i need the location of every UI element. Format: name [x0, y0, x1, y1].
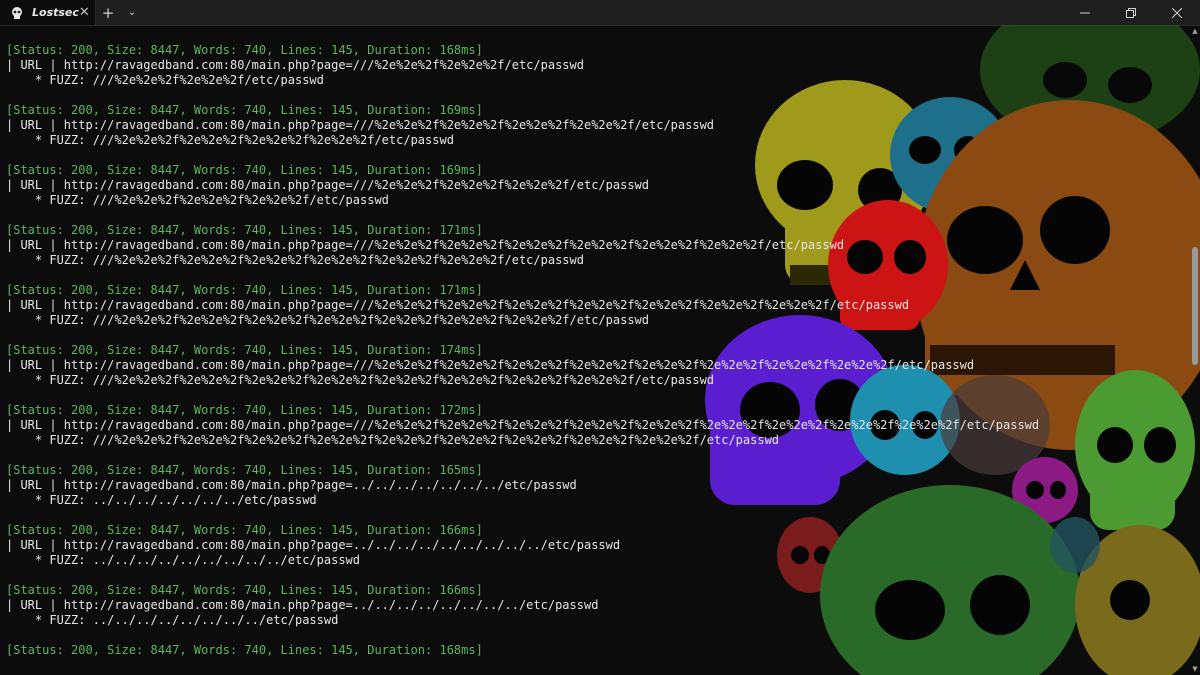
close-icon[interactable]: [1154, 0, 1200, 25]
status-line: [Status: 200, Size: 8447, Words: 740, Li…: [6, 523, 483, 537]
terminal-output: [Status: 200, Size: 8447, Words: 740, Li…: [6, 43, 1039, 658]
result-entry: [Status: 200, Size: 8447, Words: 740, Li…: [6, 583, 1039, 628]
url-line: | URL | http://ravagedband.com:80/main.p…: [6, 238, 845, 252]
url-line: | URL | http://ravagedband.com:80/main.p…: [6, 358, 975, 372]
fuzz-line: * FUZZ: ///%2e%2e%2f%2e%2e%2f%2e%2e%2f%2…: [6, 253, 584, 267]
minimize-icon[interactable]: [1062, 0, 1108, 25]
result-entry: [Status: 200, Size: 8447, Words: 740, Li…: [6, 463, 1039, 508]
fuzz-line: * FUZZ: ///%2e%2e%2f%2e%2e%2f%2e%2e%2f/e…: [6, 193, 389, 207]
tab-title: Lostsec: [32, 6, 79, 19]
result-entry: [Status: 200, Size: 8447, Words: 740, Li…: [6, 163, 1039, 208]
status-line: [Status: 200, Size: 8447, Words: 740, Li…: [6, 343, 483, 357]
result-entry: [Status: 200, Size: 8447, Words: 740, Li…: [6, 523, 1039, 568]
result-entry: [Status: 200, Size: 8447, Words: 740, Li…: [6, 403, 1039, 448]
status-line: [Status: 200, Size: 8447, Words: 740, Li…: [6, 463, 483, 477]
status-line: [Status: 200, Size: 8447, Words: 740, Li…: [6, 163, 483, 177]
title-bar: Lostsec ✕ + ⌄: [0, 0, 1200, 26]
fuzz-line: * FUZZ: ../../../../../../../etc/passwd: [6, 493, 317, 507]
result-entry: [Status: 200, Size: 8447, Words: 740, Li…: [6, 343, 1039, 388]
url-line: | URL | http://ravagedband.com:80/main.p…: [6, 538, 621, 552]
url-line: | URL | http://ravagedband.com:80/main.p…: [6, 298, 910, 312]
status-line: [Status: 200, Size: 8447, Words: 740, Li…: [6, 43, 483, 57]
fuzz-line: * FUZZ: ../../../../../../../../../etc/p…: [6, 553, 361, 567]
result-entry: [Status: 200, Size: 8447, Words: 740, Li…: [6, 283, 1039, 328]
result-entry: [Status: 200, Size: 8447, Words: 740, Li…: [6, 43, 1039, 88]
green-skull-right: [1075, 370, 1195, 530]
fuzz-line: * FUZZ: ///%2e%2e%2f%2e%2e%2f%2e%2e%2f%2…: [6, 433, 780, 447]
result-entry: [Status: 200, Size: 8447, Words: 740, Li…: [6, 643, 1039, 658]
result-entry: [Status: 200, Size: 8447, Words: 740, Li…: [6, 103, 1039, 148]
scroll-up-icon[interactable]: ▲: [1191, 27, 1199, 35]
scroll-down-icon[interactable]: ▼: [1191, 665, 1199, 673]
restore-icon[interactable]: [1108, 0, 1154, 25]
url-line: | URL | http://ravagedband.com:80/main.p…: [6, 178, 649, 192]
status-line: [Status: 200, Size: 8447, Words: 740, Li…: [6, 583, 483, 597]
status-line: [Status: 200, Size: 8447, Words: 740, Li…: [6, 103, 483, 117]
scrollbar-thumb[interactable]: [1192, 247, 1198, 365]
status-line: [Status: 200, Size: 8447, Words: 740, Li…: [6, 403, 483, 417]
scrollbar[interactable]: ▲ ▼: [1190, 25, 1200, 675]
fuzz-line: * FUZZ: ///%2e%2e%2f%2e%2e%2f/etc/passwd: [6, 73, 324, 87]
new-tab-button[interactable]: +: [96, 0, 120, 25]
small-teal-skull: [1050, 517, 1100, 573]
status-line: [Status: 200, Size: 8447, Words: 740, Li…: [6, 283, 483, 297]
fuzz-line: * FUZZ: ///%2e%2e%2f%2e%2e%2f%2e%2e%2f%2…: [6, 133, 454, 147]
url-line: | URL | http://ravagedband.com:80/main.p…: [6, 598, 599, 612]
terminal-pane[interactable]: [Status: 200, Size: 8447, Words: 740, Li…: [0, 25, 1200, 675]
tab-dropdown-button[interactable]: ⌄: [120, 0, 144, 25]
url-line: | URL | http://ravagedband.com:80/main.p…: [6, 418, 1040, 432]
url-line: | URL | http://ravagedband.com:80/main.p…: [6, 118, 715, 132]
window-controls: [1062, 0, 1200, 25]
url-line: | URL | http://ravagedband.com:80/main.p…: [6, 58, 584, 72]
fuzz-line: * FUZZ: ///%2e%2e%2f%2e%2e%2f%2e%2e%2f%2…: [6, 313, 649, 327]
fuzz-line: * FUZZ: ///%2e%2e%2f%2e%2e%2f%2e%2e%2f%2…: [6, 373, 715, 387]
tab-lostsec[interactable]: Lostsec ✕: [0, 0, 96, 25]
status-line: [Status: 200, Size: 8447, Words: 740, Li…: [6, 643, 483, 657]
tab-close-icon[interactable]: ✕: [79, 5, 90, 20]
result-entry: [Status: 200, Size: 8447, Words: 740, Li…: [6, 223, 1039, 268]
url-line: | URL | http://ravagedband.com:80/main.p…: [6, 478, 577, 492]
status-line: [Status: 200, Size: 8447, Words: 740, Li…: [6, 223, 483, 237]
fuzz-line: * FUZZ: ../../../../../../../../etc/pass…: [6, 613, 339, 627]
skull-icon: [10, 6, 24, 20]
